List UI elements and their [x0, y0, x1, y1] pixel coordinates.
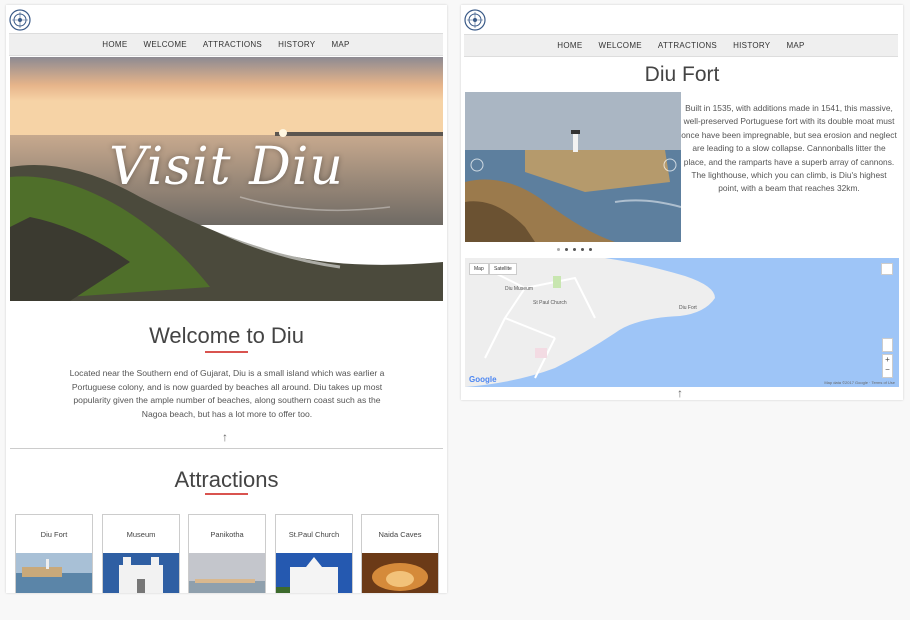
scroll-up-arrow-icon[interactable]: ↑	[222, 430, 228, 444]
fullscreen-icon[interactable]	[881, 263, 893, 275]
nav-history[interactable]: HISTORY	[733, 41, 770, 50]
carousel-indicators	[557, 248, 592, 251]
attractions-underline	[205, 493, 248, 495]
scroll-up-arrow-icon[interactable]: ↑	[677, 386, 683, 400]
card-label: Naida Caves	[378, 530, 422, 539]
card-label: Diu Fort	[40, 530, 68, 539]
section-divider	[10, 448, 443, 449]
nav-map[interactable]: MAP	[331, 40, 349, 49]
nav-home[interactable]: HOME	[557, 41, 582, 50]
card-label: Panikotha	[210, 530, 244, 539]
carousel-dot[interactable]	[565, 248, 568, 251]
map-type-satellite-button[interactable]: Satellite	[489, 263, 517, 275]
map-label-church[interactable]: St Paul Church	[533, 300, 567, 306]
diu-fort-photo	[465, 92, 681, 242]
carousel-dot[interactable]	[589, 248, 592, 251]
diu-emblem-logo[interactable]	[9, 9, 31, 31]
attraction-card-panikotha[interactable]: Panikotha	[188, 514, 266, 593]
attraction-card-naida-caves[interactable]: Naida Caves	[361, 514, 439, 593]
nav-attractions[interactable]: ATTRACTIONS	[203, 40, 262, 49]
nav-map[interactable]: MAP	[786, 41, 804, 50]
fort-page-panel: HOME WELCOME ATTRACTIONS HISTORY MAP Diu…	[461, 5, 903, 400]
panikotha-thumbnail	[189, 553, 265, 593]
carousel-dot[interactable]	[573, 248, 576, 251]
map-type-map-button[interactable]: Map	[469, 263, 489, 275]
attraction-card-st-paul-church[interactable]: St.Paul Church	[275, 514, 353, 593]
hero-banner: Visit Diu	[10, 57, 443, 301]
nav-history[interactable]: HISTORY	[278, 40, 315, 49]
zoom-controls[interactable]: + −	[882, 354, 893, 378]
nav-welcome[interactable]: WELCOME	[143, 40, 186, 49]
carousel-dot[interactable]	[557, 248, 560, 251]
nav-welcome[interactable]: WELCOME	[598, 41, 641, 50]
card-label: St.Paul Church	[288, 530, 340, 539]
main-nav: HOME WELCOME ATTRACTIONS HISTORY MAP	[9, 33, 443, 56]
fort-text: Built in 1535, with additions made in 15…	[681, 103, 897, 194]
diu-fort-thumbnail	[16, 553, 92, 593]
google-logo: Google	[469, 375, 497, 384]
map-label-museum[interactable]: Diu Museum	[505, 286, 533, 292]
nav-home[interactable]: HOME	[102, 40, 127, 49]
card-label: Museum	[126, 530, 156, 539]
welcome-underline	[205, 351, 248, 353]
st-paul-church-thumbnail	[276, 553, 352, 593]
carousel-dot[interactable]	[581, 248, 584, 251]
welcome-heading: Welcome to Diu	[149, 323, 304, 348]
naida-caves-thumbnail	[362, 553, 438, 593]
diu-emblem-logo[interactable]	[464, 9, 486, 31]
map-attribution: Map data ©2017 Google · Terms of Use	[824, 380, 895, 385]
nav-attractions[interactable]: ATTRACTIONS	[658, 41, 717, 50]
map-canvas	[465, 258, 899, 387]
street-view-pegman-icon[interactable]	[882, 338, 893, 352]
main-nav: HOME WELCOME ATTRACTIONS HISTORY MAP	[464, 34, 898, 57]
attraction-card-diu-fort[interactable]: Diu Fort	[15, 514, 93, 593]
home-page-panel: HOME WELCOME ATTRACTIONS HISTORY MAP Vis…	[6, 5, 447, 593]
fort-heading: Diu Fort	[644, 63, 720, 86]
google-map[interactable]: Map Satellite Diu Museum St Paul Church …	[465, 258, 899, 387]
museum-thumbnail	[103, 553, 179, 593]
map-label-fort[interactable]: Diu Fort	[679, 305, 697, 311]
attraction-card-museum[interactable]: Museum	[102, 514, 180, 593]
attractions-heading: Attractions	[174, 467, 279, 492]
welcome-text: Located near the Southern end of Gujarat…	[69, 368, 385, 419]
fort-image-carousel[interactable]	[465, 92, 681, 242]
hero-title: Visit Diu	[109, 137, 344, 197]
